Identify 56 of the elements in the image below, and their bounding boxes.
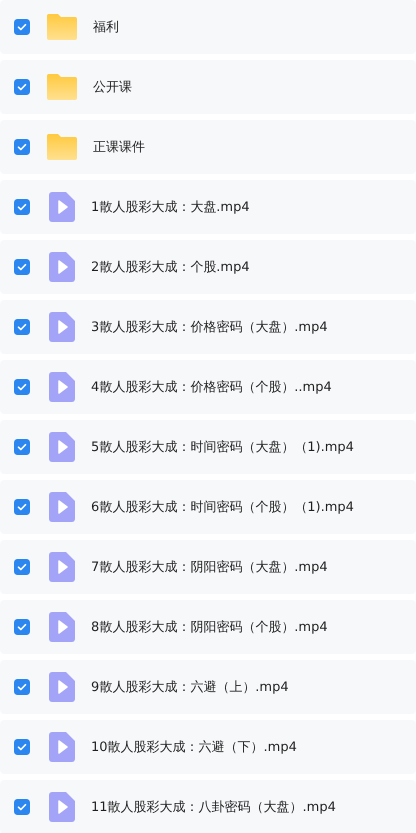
checkbox[interactable] xyxy=(14,679,30,695)
file-name: 2散人股彩大成：个股.mp4 xyxy=(91,259,250,276)
file-name: 1散人股彩大成：大盘.mp4 xyxy=(91,199,250,216)
checkbox[interactable] xyxy=(14,259,30,275)
file-row[interactable]: 6散人股彩大成：时间密码（个股）（1).mp4 xyxy=(0,480,416,534)
file-row[interactable]: 9散人股彩大成：六避（上）.mp4 xyxy=(0,660,416,714)
file-row[interactable]: 8散人股彩大成：阴阳密码（个股）.mp4 xyxy=(0,600,416,654)
checkbox[interactable] xyxy=(14,199,30,215)
file-row[interactable]: 7散人股彩大成：阴阳密码（大盘）.mp4 xyxy=(0,540,416,594)
video-file-icon xyxy=(49,552,75,582)
file-name: 3散人股彩大成：价格密码（大盘）.mp4 xyxy=(91,319,328,336)
file-row[interactable]: 2散人股彩大成：个股.mp4 xyxy=(0,240,416,294)
file-name: 8散人股彩大成：阴阳密码（个股）.mp4 xyxy=(91,619,328,636)
file-row[interactable]: 公开课 xyxy=(0,60,416,114)
file-name: 11散人股彩大成：八卦密码（大盘）.mp4 xyxy=(91,799,336,816)
file-name: 5散人股彩大成：时间密码（大盘）（1).mp4 xyxy=(91,439,354,456)
file-row[interactable]: 4散人股彩大成：价格密码（个股）..mp4 xyxy=(0,360,416,414)
file-row[interactable]: 1散人股彩大成：大盘.mp4 xyxy=(0,180,416,234)
checkbox[interactable] xyxy=(14,619,30,635)
checkbox[interactable] xyxy=(14,79,30,95)
folder-icon xyxy=(47,14,77,40)
video-file-icon xyxy=(49,612,75,642)
checkbox[interactable] xyxy=(14,139,30,155)
checkbox[interactable] xyxy=(14,559,30,575)
file-name: 正课课件 xyxy=(93,139,145,156)
video-file-icon xyxy=(49,492,75,522)
video-file-icon xyxy=(49,372,75,402)
file-name: 福利 xyxy=(93,19,119,36)
file-name: 10散人股彩大成：六避（下）.mp4 xyxy=(91,739,297,756)
file-row[interactable]: 11散人股彩大成：八卦密码（大盘）.mp4 xyxy=(0,780,416,833)
checkbox[interactable] xyxy=(14,379,30,395)
checkbox[interactable] xyxy=(14,439,30,455)
file-row[interactable]: 3散人股彩大成：价格密码（大盘）.mp4 xyxy=(0,300,416,354)
file-name: 4散人股彩大成：价格密码（个股）..mp4 xyxy=(91,379,332,396)
file-name: 9散人股彩大成：六避（上）.mp4 xyxy=(91,679,289,696)
video-file-icon xyxy=(49,672,75,702)
video-file-icon xyxy=(49,732,75,762)
file-row[interactable]: 福利 xyxy=(0,0,416,54)
checkbox[interactable] xyxy=(14,499,30,515)
video-file-icon xyxy=(49,432,75,462)
file-name: 6散人股彩大成：时间密码（个股）（1).mp4 xyxy=(91,499,354,516)
video-file-icon xyxy=(49,252,75,282)
checkbox[interactable] xyxy=(14,19,30,35)
file-row[interactable]: 5散人股彩大成：时间密码（大盘）（1).mp4 xyxy=(0,420,416,474)
file-row[interactable]: 10散人股彩大成：六避（下）.mp4 xyxy=(0,720,416,774)
checkbox[interactable] xyxy=(14,799,30,815)
checkbox[interactable] xyxy=(14,739,30,755)
folder-icon xyxy=(47,134,77,160)
video-file-icon xyxy=(49,312,75,342)
file-name: 公开课 xyxy=(93,79,132,96)
video-file-icon xyxy=(49,192,75,222)
file-name: 7散人股彩大成：阴阳密码（大盘）.mp4 xyxy=(91,559,328,576)
folder-icon xyxy=(47,74,77,100)
video-file-icon xyxy=(49,792,75,822)
file-row[interactable]: 正课课件 xyxy=(0,120,416,174)
checkbox[interactable] xyxy=(14,319,30,335)
